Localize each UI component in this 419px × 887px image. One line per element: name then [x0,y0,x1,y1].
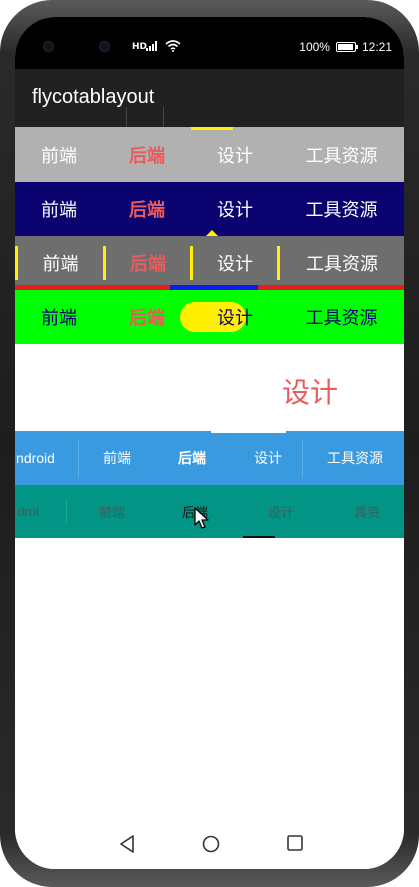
phone-frame: HD 100% 12:21 flycotablayout 前端 后端 设计 工具… [0,0,419,887]
tab-design[interactable]: 设计 [191,182,279,236]
tab-frontend[interactable]: 前端 [15,182,103,236]
home-icon[interactable] [202,835,220,853]
tab-layout-3: 前端 后端 设计 工具资源 [15,236,404,290]
tab-indicator [191,127,233,130]
app-bar: flycotablayout [15,69,404,127]
page-title: flycotablayout [32,86,155,108]
system-nav-bar [15,819,404,869]
tab-backend[interactable]: 后端 [103,127,191,182]
tab-tools[interactable]: 工具资源 [323,431,387,485]
status-bar-right: 100% 12:21 [299,40,392,54]
tab-tools[interactable]: 工具资源 [279,127,404,182]
status-bar: HD 100% 12:21 [15,17,404,69]
tab-backend[interactable]: 后端 [103,290,191,344]
camera-dot [99,41,110,52]
tab-backend[interactable]: 后端 [103,182,191,236]
phone-screen: HD 100% 12:21 flycotablayout 前端 后端 设计 工具… [15,17,404,869]
tab-design[interactable]: 设计 [193,236,277,290]
tab-design[interactable]: 设计 [191,290,279,344]
tab-android[interactable]: droi [15,485,44,538]
tab-design[interactable]: 设计 [261,485,301,538]
mouse-cursor-icon [194,507,209,529]
tab-design[interactable]: 设计 [244,431,292,485]
tab-tools[interactable]: 工具资源 [279,290,404,344]
clock: 12:21 [361,40,392,54]
tab-tools[interactable]: 工具资源 [280,236,404,290]
tab-frontend[interactable]: 前端 [15,127,103,182]
recent-apps-icon[interactable] [287,835,303,851]
tab-frontend[interactable]: 前端 [15,290,103,344]
tab-layout-5: 设计 [15,344,404,431]
tab-layout-4: 前端 后端 设计 工具资源 [15,290,404,344]
tab-frontend[interactable]: 前端 [93,431,141,485]
tab-layout-2: 前端 后端 设计 工具资源 [15,182,404,236]
divider [302,439,303,477]
tab-design[interactable]: 设计 [191,127,279,182]
tab-frontend[interactable]: 前端 [92,485,132,538]
tab-backend[interactable]: 后端 [106,236,190,290]
divider [78,439,79,477]
divider [163,107,164,127]
large-tab-design[interactable]: 设计 [255,371,365,411]
divider [66,499,67,523]
tab-tools[interactable]: 具资 [344,485,390,538]
tab-layout-6: ndroid 前端 后端 设计 工具资源 [15,431,404,485]
battery-icon [335,42,358,52]
signal-icon [146,41,157,51]
divider [126,107,127,127]
tab-backend[interactable]: 后端 [168,431,216,485]
tab-android[interactable]: ndroid [15,431,62,485]
wifi-icon [165,40,181,52]
camera-dot [43,41,54,52]
tab-tools[interactable]: 工具资源 [279,182,404,236]
back-icon[interactable] [119,835,135,853]
battery-percent: 100% [299,40,330,54]
tab-frontend[interactable]: 前端 [18,236,103,290]
tab-indicator [243,536,275,538]
tab-layout-1: 前端 后端 设计 工具资源 [15,127,404,182]
